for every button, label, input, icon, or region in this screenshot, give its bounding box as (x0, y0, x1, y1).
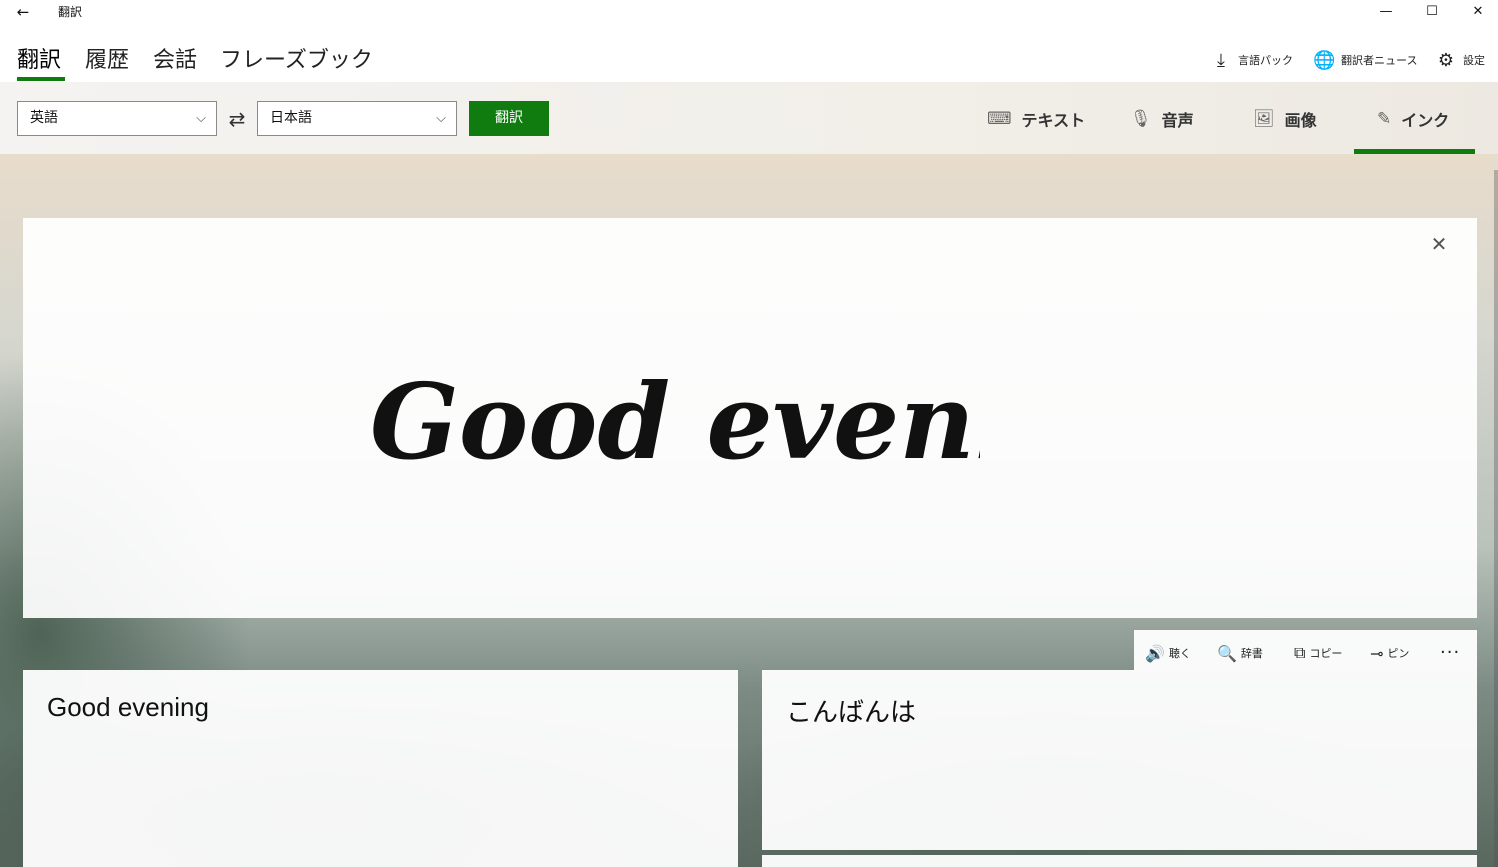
handwriting-strokes: Good evening (370, 360, 980, 483)
nav-tab-conversation[interactable]: 会話 (153, 42, 197, 74)
mode-tab-label: テキスト (1021, 111, 1086, 130)
handwriting-text: Good evening (370, 360, 980, 483)
mode-tab-label: 音声 (1161, 111, 1194, 130)
scrollbar[interactable] (1494, 170, 1498, 867)
microphone-icon: 🎙 (1130, 109, 1152, 129)
more-options-icon[interactable]: ··· (1440, 642, 1460, 663)
secondary-result-card (762, 855, 1477, 867)
pen-icon: ✎ (1377, 109, 1392, 129)
listen-label: 聴く (1168, 647, 1191, 660)
download-icon: ⤓ (1217, 49, 1225, 71)
keyboard-icon: ⌨ (987, 109, 1012, 129)
target-language-value: 日本語 (270, 110, 312, 126)
mode-tab-text[interactable]: ⌨ テキスト (987, 106, 1085, 132)
nav-tab-translate[interactable]: 翻訳 (17, 42, 61, 74)
image-icon: 🖼 (1253, 109, 1275, 129)
pin-icon: ⊸ (1370, 643, 1384, 663)
listen-button[interactable]: 🔊 聴く (1145, 641, 1191, 665)
mode-tab-image[interactable]: 🖼 画像 (1253, 106, 1317, 132)
mode-tab-label: 画像 (1284, 111, 1317, 130)
close-window-button[interactable]: ✕ (1455, 0, 1498, 24)
title-bar: ← 翻訳 — ☐ ✕ (0, 0, 1498, 24)
pin-button[interactable]: ⊸ ピン (1370, 641, 1409, 665)
app-title: 翻訳 (58, 5, 83, 19)
settings-button[interactable]: ⚙ 設定 (1435, 48, 1485, 72)
search-icon: 🔍 (1217, 643, 1237, 663)
copy-label: コピー (1309, 647, 1343, 660)
copy-icon: ⧉ (1294, 643, 1306, 662)
swap-languages-icon[interactable]: ⇄ (224, 104, 250, 134)
gear-icon: ⚙ (1437, 49, 1455, 71)
target-language-select[interactable]: 日本語 ⌵ (257, 101, 457, 136)
pin-label: ピン (1387, 647, 1410, 660)
source-language-select[interactable]: 英語 ⌵ (17, 101, 217, 136)
chevron-down-icon: ⌵ (436, 111, 446, 126)
minimize-button[interactable]: — (1363, 0, 1409, 24)
language-packs-label: 言語パック (1238, 54, 1293, 67)
settings-label: 設定 (1463, 54, 1485, 67)
source-language-value: 英語 (30, 110, 58, 126)
globe-icon: 🌐 (1313, 49, 1336, 71)
translation-result-text: こんばんは (786, 698, 917, 728)
translator-news-label: 翻訳者ニュース (1341, 54, 1418, 67)
copy-button[interactable]: ⧉ コピー (1294, 641, 1342, 665)
dictionary-label: 辞書 (1240, 647, 1263, 660)
mode-tab-voice[interactable]: 🎙 音声 (1130, 106, 1194, 132)
speaker-icon: 🔊 (1145, 643, 1165, 663)
translator-news-button[interactable]: 🌐 翻訳者ニュース (1313, 48, 1417, 72)
dictionary-button[interactable]: 🔍 辞書 (1217, 641, 1263, 665)
nav-tab-history[interactable]: 履歴 (85, 42, 129, 74)
nav-active-indicator (17, 77, 65, 81)
translate-button[interactable]: 翻訳 (469, 101, 549, 136)
back-arrow-icon[interactable]: ← (10, 1, 36, 23)
clear-ink-icon[interactable]: ✕ (1425, 230, 1453, 258)
chevron-down-icon: ⌵ (196, 111, 206, 126)
nav-tab-phrasebook[interactable]: フレーズブック (220, 42, 373, 74)
maximize-button[interactable]: ☐ (1409, 0, 1455, 24)
mode-tab-ink[interactable]: ✎ インク (1377, 106, 1449, 132)
source-text: Good evening (47, 692, 209, 722)
translate-toolbar: 英語 ⌵ ⇄ 日本語 ⌵ 翻訳 ⌨ テキスト 🎙 音声 🖼 画像 ✎ インク (0, 82, 1498, 154)
mode-tab-label: インク (1401, 111, 1450, 130)
language-packs-button[interactable]: ⤓ 言語パック (1210, 48, 1293, 72)
mode-active-indicator (1354, 149, 1475, 154)
